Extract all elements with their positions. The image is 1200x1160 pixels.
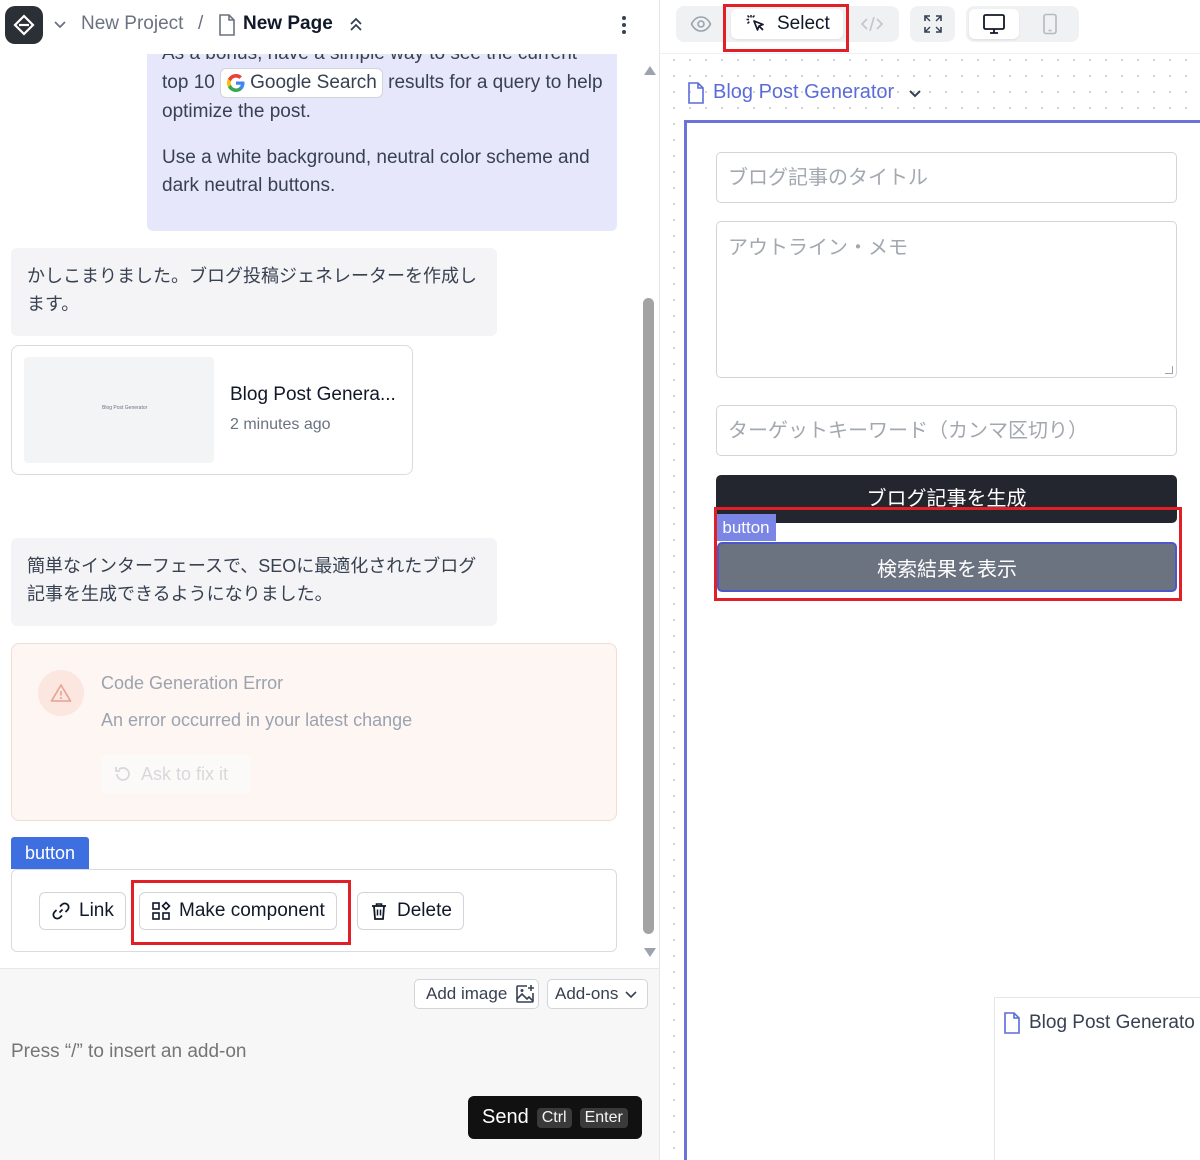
logo-icon xyxy=(13,14,35,36)
chevron-down-icon xyxy=(625,991,637,999)
link-label: Link xyxy=(79,900,114,921)
desktop-view-button[interactable] xyxy=(969,9,1019,39)
preview-timestamp: 2 minutes ago xyxy=(230,416,331,433)
mobile-icon[interactable] xyxy=(1042,13,1058,35)
link-button[interactable]: Link xyxy=(39,892,126,930)
kbd-ctrl: Ctrl xyxy=(536,1107,572,1128)
breadcrumb-project[interactable]: New Project xyxy=(81,13,183,35)
more-options-icon[interactable] xyxy=(616,13,632,37)
send-button[interactable]: Send Ctrl Enter xyxy=(468,1096,642,1139)
ask-to-fix-label: Ask to fix it xyxy=(141,763,229,784)
image-plus-icon xyxy=(516,985,535,1003)
generate-blog-button[interactable]: ブログ記事を生成 xyxy=(716,475,1177,523)
scroll-up-arrow-icon[interactable] xyxy=(644,66,656,75)
warning-icon xyxy=(38,670,84,716)
breadcrumb-page[interactable]: New Page xyxy=(243,13,333,35)
link-icon xyxy=(52,902,70,920)
composer: Add image Add-ons Send Ctrl Enter xyxy=(0,968,659,1160)
component-icon xyxy=(152,901,171,920)
chevron-down-icon xyxy=(909,89,921,97)
google-search-chip[interactable]: Google Search xyxy=(220,68,383,98)
preview-card[interactable]: Blog Post Generator Blog Post Genera... … xyxy=(11,345,413,475)
canvas-toolbar: Select xyxy=(660,0,1200,54)
chevron-down-icon[interactable] xyxy=(52,16,68,32)
select-mode-button[interactable]: Select xyxy=(731,9,843,39)
code-icon[interactable] xyxy=(860,14,884,34)
undo-icon xyxy=(115,767,130,781)
expand-icon[interactable] xyxy=(923,14,943,34)
mode-switcher: Select xyxy=(676,6,899,42)
user-message-text: As a bonus, have a simple way to see the… xyxy=(162,54,607,126)
chat-messages: As a bonus, have a simple way to see the… xyxy=(0,54,640,966)
app-logo[interactable] xyxy=(5,6,43,44)
ask-to-fix-button[interactable]: Ask to fix it xyxy=(101,755,251,793)
kbd-enter: Enter xyxy=(579,1107,628,1128)
target-keywords-input[interactable]: ターゲットキーワード（カンマ区切り） xyxy=(716,405,1177,456)
selected-element-tag: button xyxy=(11,837,89,869)
thumbnail-text: Blog Post Generator xyxy=(102,405,148,411)
mini-card-title-label: Blog Post Generato xyxy=(1029,1012,1195,1033)
outline-notes-textarea[interactable]: アウトライン・メモ xyxy=(716,221,1177,378)
scroll-thumb[interactable] xyxy=(643,298,654,934)
message-input[interactable] xyxy=(11,1041,611,1063)
add-ons-label: Add-ons xyxy=(555,984,619,1003)
chat-scrollbar[interactable] xyxy=(640,54,658,966)
resize-handle-icon[interactable] xyxy=(1165,366,1173,374)
error-description: An error occurred in your latest change xyxy=(101,710,413,730)
fullscreen-group xyxy=(910,6,955,42)
make-component-label: Make component xyxy=(179,900,325,921)
user-message: As a bonus, have a simple way to see the… xyxy=(147,54,617,231)
canvas-panel: Select Blog Post Generator ブログ記事のタイトル アウ… xyxy=(660,0,1200,1160)
assistant-message: 簡単なインターフェースで、SEOに最適化されたブログ記事を生成できるようになりま… xyxy=(11,538,497,626)
assistant-message: かしこまりました。ブログ投稿ジェネレーターを作成します。 xyxy=(11,248,497,336)
preview-thumbnail: Blog Post Generator xyxy=(24,357,214,463)
select-label: Select xyxy=(777,13,830,34)
add-image-label: Add image xyxy=(426,984,508,1003)
show-results-button[interactable]: 検索結果を表示 xyxy=(717,542,1177,592)
google-chip-label: Google Search xyxy=(250,72,377,93)
blog-title-input[interactable]: ブログ記事のタイトル xyxy=(716,152,1177,203)
frame-title[interactable]: Blog Post Generator xyxy=(687,81,924,104)
delete-button[interactable]: Delete xyxy=(357,892,464,930)
device-switcher xyxy=(966,6,1079,42)
selected-element-tag: button xyxy=(716,514,776,541)
delete-label: Delete xyxy=(397,900,452,921)
chevrons-up-icon[interactable] xyxy=(347,15,365,33)
page-icon xyxy=(1004,1012,1020,1034)
make-component-button[interactable]: Make component xyxy=(139,892,337,930)
preview-title: Blog Post Genera... xyxy=(230,384,396,405)
error-card: Code Generation Error An error occurred … xyxy=(11,643,617,821)
preview-eye-icon[interactable] xyxy=(690,14,712,34)
outline-notes-placeholder: アウトライン・メモ xyxy=(728,235,908,259)
scroll-down-arrow-icon[interactable] xyxy=(644,948,656,957)
send-label: Send xyxy=(482,1106,529,1128)
chat-panel: New Project / New Page As a bonus, have … xyxy=(0,0,659,1160)
frame-title-label: Blog Post Generator xyxy=(713,81,895,103)
user-message-text-2: Use a white background, neutral color sc… xyxy=(162,147,590,196)
page-icon xyxy=(219,14,235,36)
top-bar: New Project / New Page xyxy=(0,0,659,54)
error-title: Code Generation Error xyxy=(101,673,284,693)
add-image-button[interactable]: Add image xyxy=(414,979,539,1009)
google-icon xyxy=(227,74,245,92)
element-actions: Link Make component Delete xyxy=(11,869,617,952)
desktop-icon xyxy=(983,14,1005,34)
frame-thumbnail-card[interactable]: Blog Post Generato xyxy=(994,997,1200,1160)
mini-card-title: Blog Post Generato xyxy=(1003,1012,1195,1034)
trash-icon xyxy=(372,903,386,920)
page-icon xyxy=(688,81,704,104)
breadcrumb-separator: / xyxy=(198,13,204,34)
add-ons-dropdown[interactable]: Add-ons xyxy=(547,979,648,1009)
cursor-click-icon xyxy=(746,14,764,31)
